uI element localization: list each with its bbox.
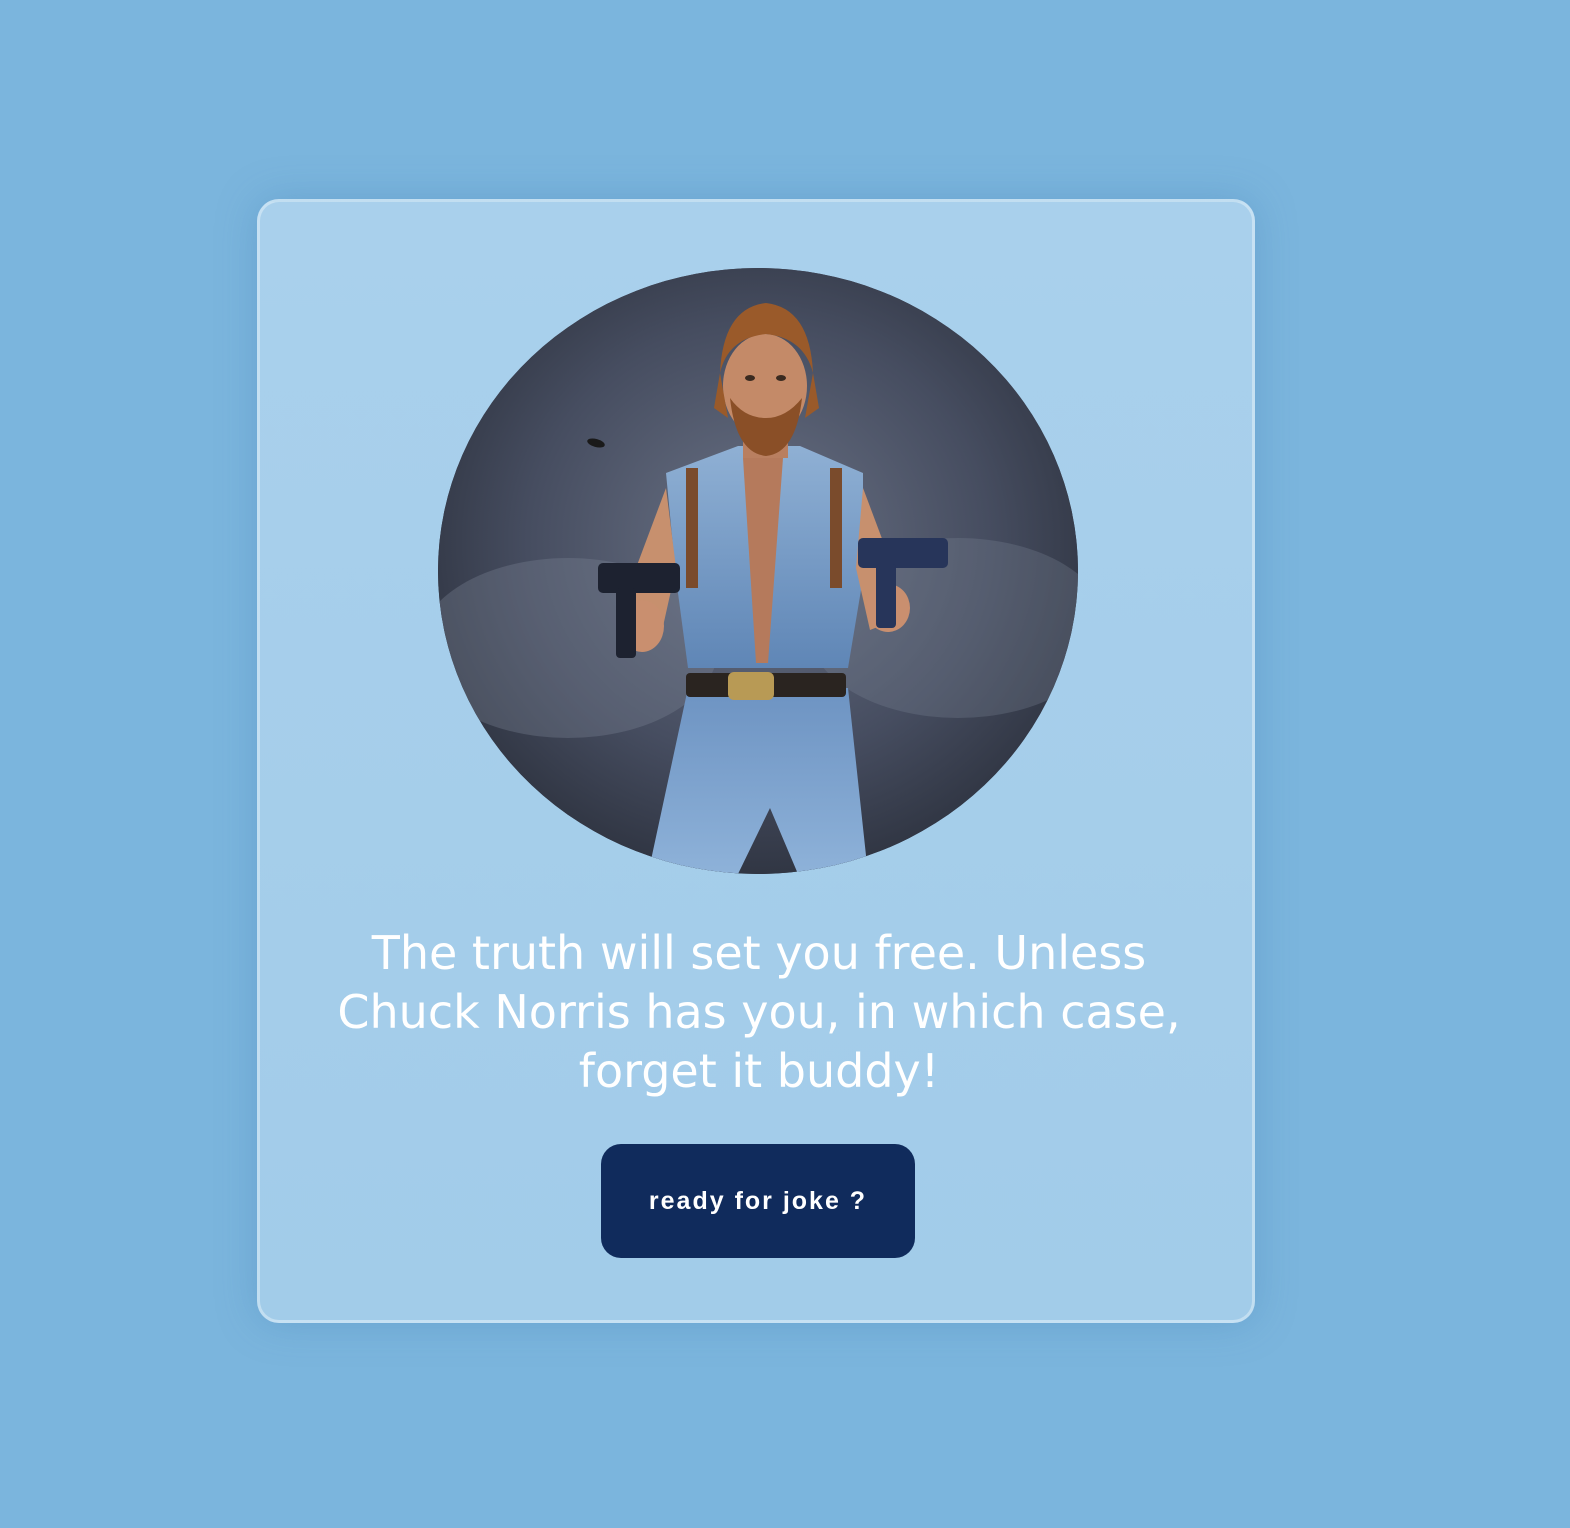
joke-text: The truth will set you free. Unless Chuc… [337,926,1181,1098]
page: The truth will set you free. Unless Chuc… [0,0,1570,1528]
ready-for-joke-button[interactable]: ready for joke ? [601,1144,915,1258]
joke-card: The truth will set you free. Unless Chuc… [257,199,1255,1323]
portrait-image [438,268,1078,874]
